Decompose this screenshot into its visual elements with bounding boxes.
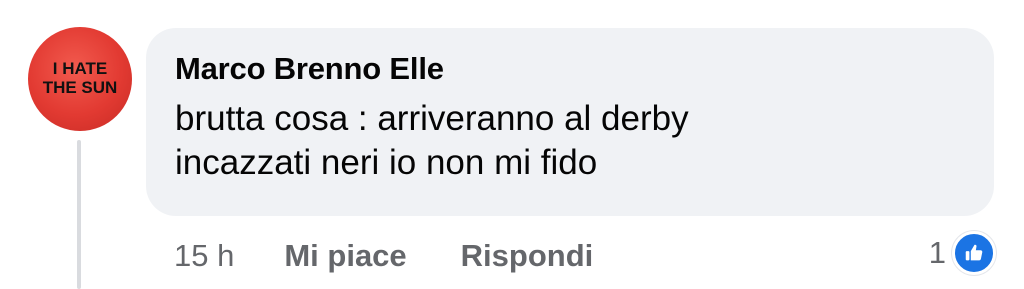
comment-text-line: brutta cosa : arriveranno al derby (175, 99, 689, 138)
comment-text-line: incazzati neri io non mi fido (175, 143, 598, 182)
avatar-text-line2: THE SUN (43, 78, 118, 97)
thread-line (77, 140, 81, 289)
comment-text: brutta cosa : arriveranno al derby incaz… (175, 97, 994, 185)
comment-bubble: Marco Brenno Elle brutta cosa : arrivera… (146, 28, 994, 216)
avatar-text-line1: I HATE (53, 59, 107, 78)
author-name[interactable]: Marco Brenno Elle (175, 50, 994, 88)
avatar[interactable]: I HATE THE SUN (28, 27, 132, 131)
avatar-image: I HATE THE SUN (43, 59, 118, 97)
like-button[interactable]: Mi piace (284, 238, 406, 274)
timestamp[interactable]: 15 h (174, 238, 234, 274)
reaction-summary[interactable]: 1 (929, 231, 996, 275)
thumbs-up-icon (952, 231, 996, 275)
reply-button[interactable]: Rispondi (461, 238, 594, 274)
comment-actions: 15 h Mi piace Rispondi (174, 234, 593, 278)
comment: I HATE THE SUN Marco Brenno Elle brutta … (0, 0, 1024, 289)
reaction-count: 1 (928, 235, 946, 270)
